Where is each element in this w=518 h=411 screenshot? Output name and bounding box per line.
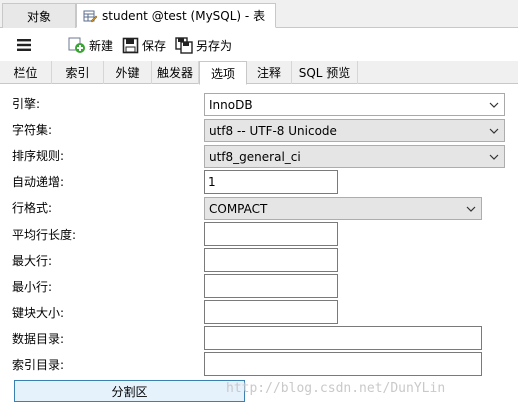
chevron-down-icon [489,102,499,108]
engine-label: 引擎: [12,97,41,111]
save-disk-icon [122,37,139,53]
avg-row-length-input[interactable] [204,222,338,246]
row-format-value: COMPACT [209,201,268,216]
tab-triggers-label: 触发器 [156,66,193,80]
save-as-icon [175,36,193,54]
engine-select[interactable]: InnoDB [204,93,505,116]
auto-increment-label: 自动递增: [12,175,65,189]
new-button-label: 新建 [89,38,114,53]
chevron-down-icon [466,206,476,212]
tab-options[interactable]: 选项 [199,61,247,85]
collation-value: utf8_general_ci [209,149,301,164]
row-format-label: 行格式: [12,201,53,215]
tab-comment-label: 注释 [256,66,281,80]
key-block-size-input[interactable] [204,300,338,324]
toolbar: 新建 保存 另存为 [0,28,518,61]
tab-table-design-label: student @test (MySQL) - 表 [102,9,266,23]
max-rows-input[interactable] [204,248,338,272]
engine-value: InnoDB [209,97,253,112]
tab-sql-preview[interactable]: SQL 预览 [292,61,358,84]
tab-objects-label: 对象 [26,9,51,24]
index-directory-input[interactable] [204,352,482,376]
new-button[interactable]: 新建 [68,35,113,55]
tab-fields[interactable]: 栏位 [0,61,52,84]
menu-button[interactable] [16,35,35,55]
tab-foreign-keys-label: 外键 [115,66,140,80]
charset-select[interactable]: utf8 -- UTF-8 Unicode [204,119,505,142]
tab-foreign-keys[interactable]: 外键 [104,61,152,84]
collation-select[interactable]: utf8_general_ci [204,145,505,168]
collation-label: 排序规则: [12,149,65,163]
tab-indexes-label: 索引 [65,66,90,80]
tab-comment[interactable]: 注释 [247,61,292,84]
new-plus-icon [68,37,85,53]
window-tab-bar: 对象 student @test (MySQL) - 表 [0,0,518,28]
row-format-select[interactable]: COMPACT [204,197,482,220]
chevron-down-icon [489,128,499,134]
auto-increment-input[interactable]: 1 [204,170,338,194]
avg-row-length-label: 平均行长度: [12,228,77,242]
tab-options-label: 选项 [210,66,235,81]
tab-indexes[interactable]: 索引 [52,61,104,84]
tab-fields-label: 栏位 [13,66,38,80]
hamburger-menu-icon [17,39,31,51]
key-block-size-label: 键块大小: [12,306,65,320]
watermark: http://blog.csdn.net/DunYLin [226,381,446,396]
save-button-label: 保存 [142,38,167,53]
data-directory-input[interactable] [204,326,482,350]
design-tabs: 栏位 索引 外键 触发器 选项 注释 SQL 预览 [0,61,518,85]
charset-label: 字符集: [12,123,53,137]
save-as-button[interactable]: 另存为 [175,35,232,55]
tab-table-design[interactable]: student @test (MySQL) - 表 [76,3,276,28]
tab-objects[interactable]: 对象 [2,3,76,28]
table-edit-icon [83,10,97,22]
save-button[interactable]: 保存 [122,35,166,55]
charset-value: utf8 -- UTF-8 Unicode [209,123,337,138]
tab-triggers[interactable]: 触发器 [152,61,199,84]
index-directory-label: 索引目录: [12,358,65,372]
min-rows-label: 最小行: [12,280,53,294]
partition-button[interactable]: 分割区 [14,380,245,402]
auto-increment-value: 1 [208,175,216,189]
max-rows-label: 最大行: [12,254,53,268]
data-directory-label: 数据目录: [12,332,65,346]
tab-sql-preview-label: SQL 预览 [298,66,351,80]
chevron-down-icon [489,154,499,160]
partition-button-label: 分割区 [111,384,148,399]
save-as-button-label: 另存为 [196,38,233,53]
min-rows-input[interactable] [204,274,338,298]
